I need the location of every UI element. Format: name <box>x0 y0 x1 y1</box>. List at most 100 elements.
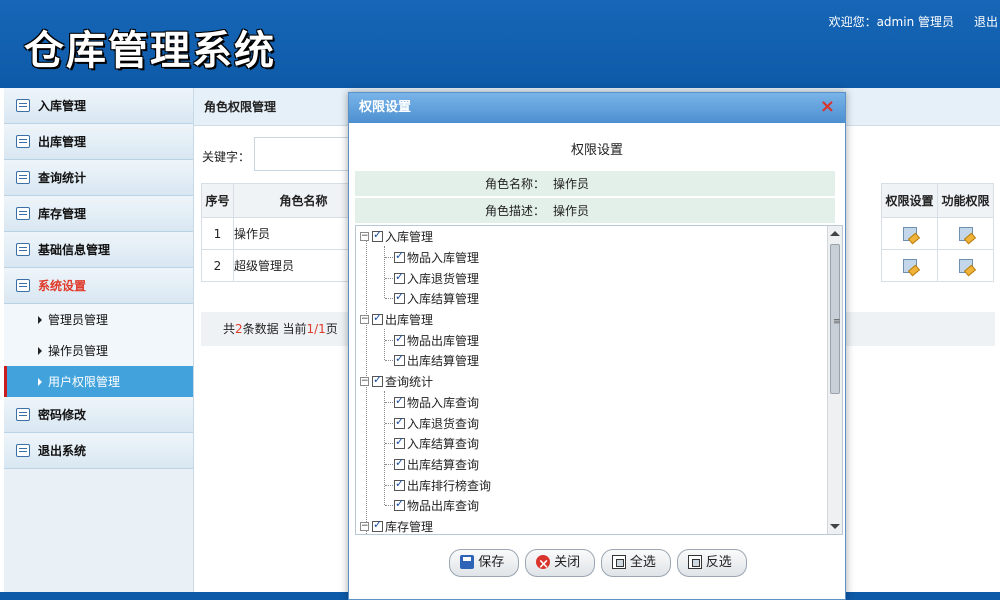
select-all-button[interactable]: 全选 <box>600 549 671 577</box>
sidebar-subitem-label: 操作员管理 <box>48 344 109 358</box>
tree-node-item[interactable]: 入库退货管理 <box>394 268 479 288</box>
sidebar-item-basic-info[interactable]: 基础信息管理 <box>4 232 193 268</box>
tree-scrollbar[interactable]: ≡ <box>827 226 842 534</box>
checkbox[interactable] <box>394 352 405 366</box>
collapse-icon[interactable]: − <box>360 376 369 386</box>
tree-node-item[interactable]: 出库结算查询 <box>394 454 479 474</box>
close-icon[interactable]: × <box>820 98 835 116</box>
dialog-title: 权限设置 <box>349 93 845 123</box>
sidebar: 入库管理 出库管理 查询统计 库存管理 基础信息管理 系统设置 管理员管理 操作… <box>4 88 194 592</box>
tree-node-item[interactable]: 出库结算管理 <box>394 350 479 370</box>
checkbox[interactable] <box>394 456 405 470</box>
pager-mid: 条数据 当前 <box>242 322 307 336</box>
checkbox[interactable] <box>394 270 405 284</box>
caret-right-icon <box>38 377 42 386</box>
edit-icon[interactable] <box>902 226 917 241</box>
sidebar-item-outbound[interactable]: 出库管理 <box>4 124 193 160</box>
tree-node-label: 库存管理 <box>385 519 434 534</box>
checkbox[interactable] <box>394 290 405 304</box>
checkbox[interactable] <box>372 373 383 387</box>
sidebar-item-label: 基础信息管理 <box>38 243 111 257</box>
app-title: 仓库管理系统 <box>24 28 276 74</box>
tree-connector <box>384 246 385 298</box>
sidebar-item-label: 查询统计 <box>38 171 87 185</box>
permission-tree: −入库管理 物品入库管理 入库退货管理 入库结算管理 −出库管理 物品出库管理 … <box>355 225 843 535</box>
edit-icon[interactable] <box>902 258 917 273</box>
save-button[interactable]: 保存 <box>449 549 520 577</box>
checkbox[interactable] <box>372 311 383 325</box>
tree-node-item[interactable]: 入库结算查询 <box>394 433 479 453</box>
tree-node-item[interactable]: 物品出库管理 <box>394 330 479 350</box>
tree-node-label: 出库排行榜查询 <box>407 478 492 493</box>
function-cell <box>937 217 994 250</box>
collapse-icon[interactable]: − <box>360 521 369 531</box>
sidebar-subitem-operator-manage[interactable]: 操作员管理 <box>4 335 193 366</box>
pager-page: 1/1 <box>306 322 326 336</box>
tree-node-label: 入库退货查询 <box>407 416 480 431</box>
tree-node-item[interactable]: 物品入库查询 <box>394 392 479 412</box>
sidebar-subitem-permission-manage[interactable]: 用户权限管理 <box>4 366 193 397</box>
tree-node-group[interactable]: − 出库管理 <box>360 309 433 329</box>
permission-cell <box>881 249 938 282</box>
checkbox[interactable] <box>394 477 405 491</box>
tree-node-group[interactable]: − 查询统计 <box>360 371 433 391</box>
caret-right-icon <box>38 315 42 324</box>
tree-node-label: 物品出库查询 <box>407 498 480 513</box>
checkbox[interactable] <box>394 249 405 263</box>
sidebar-item-change-password[interactable]: 密码修改 <box>4 397 193 433</box>
checkbox[interactable] <box>394 394 405 408</box>
scroll-down-icon[interactable] <box>830 524 840 529</box>
collapse-icon[interactable]: − <box>360 231 369 241</box>
edit-icon[interactable] <box>958 258 973 273</box>
edit-icon[interactable] <box>958 226 973 241</box>
sidebar-item-exit[interactable]: 退出系统 <box>4 433 193 469</box>
scrollbar-thumb[interactable]: ≡ <box>830 244 841 394</box>
sidebar-item-label: 入库管理 <box>38 99 87 113</box>
collapse-icon[interactable]: − <box>360 314 369 324</box>
sidebar-item-query[interactable]: 查询统计 <box>4 160 193 196</box>
scroll-up-icon[interactable] <box>830 231 840 236</box>
list-icon <box>16 135 30 148</box>
tree-node-label: 出库管理 <box>385 312 434 327</box>
logout-link[interactable]: 退出 <box>974 13 998 30</box>
checkbox[interactable] <box>394 497 405 511</box>
save-button-label: 保存 <box>478 555 505 570</box>
list-icon <box>16 279 30 292</box>
checkbox[interactable] <box>372 518 383 532</box>
checkbox[interactable] <box>372 228 383 242</box>
tree-node-group[interactable]: − 库存管理 <box>360 516 434 534</box>
sidebar-item-inbound[interactable]: 入库管理 <box>4 88 193 124</box>
sidebar-item-label: 出库管理 <box>38 135 87 149</box>
permission-cell <box>881 217 938 250</box>
tree-node-label: 物品入库管理 <box>407 250 480 265</box>
role-desc-value: 操作员 <box>553 204 590 218</box>
sidebar-item-label: 密码修改 <box>38 408 87 422</box>
tree-node-item[interactable]: 入库结算管理 <box>394 288 479 308</box>
tree-node-item[interactable]: 入库退货查询 <box>394 413 479 433</box>
tree-node-label: 入库管理 <box>385 229 434 244</box>
sidebar-item-inventory[interactable]: 库存管理 <box>4 196 193 232</box>
tree-node-label: 入库结算管理 <box>407 291 480 306</box>
role-name-row: 角色名称： 操作员 <box>355 171 835 197</box>
grip-icon: ≡ <box>833 317 841 327</box>
invert-selection-button[interactable]: 反选 <box>676 549 747 577</box>
column-header-permission: 权限设置 <box>881 183 938 218</box>
close-button[interactable]: 关闭 <box>525 549 596 578</box>
tree-node-item[interactable]: 物品出库查询 <box>394 495 479 515</box>
tree-node-item[interactable]: 物品入库管理 <box>394 247 479 267</box>
sidebar-item-system-settings[interactable]: 系统设置 <box>4 268 193 304</box>
tree-node-label: 物品出库管理 <box>407 333 480 348</box>
tree-node-item[interactable]: 出库排行榜查询 <box>394 475 491 495</box>
tree-connector <box>384 329 385 360</box>
tree-node-label: 查询统计 <box>385 374 434 389</box>
checkbox[interactable] <box>394 332 405 346</box>
tree-node-group[interactable]: − 入库管理 <box>360 226 433 246</box>
tree-connector <box>384 391 385 505</box>
role-name-label: 角色名称： <box>484 177 545 191</box>
checkbox[interactable] <box>394 415 405 429</box>
table-row <box>881 249 994 282</box>
dialog-heading: 权限设置 <box>570 143 623 158</box>
sidebar-subitem-admin-manage[interactable]: 管理员管理 <box>4 304 193 335</box>
column-header-no: 序号 <box>201 183 234 218</box>
checkbox[interactable] <box>394 435 405 449</box>
